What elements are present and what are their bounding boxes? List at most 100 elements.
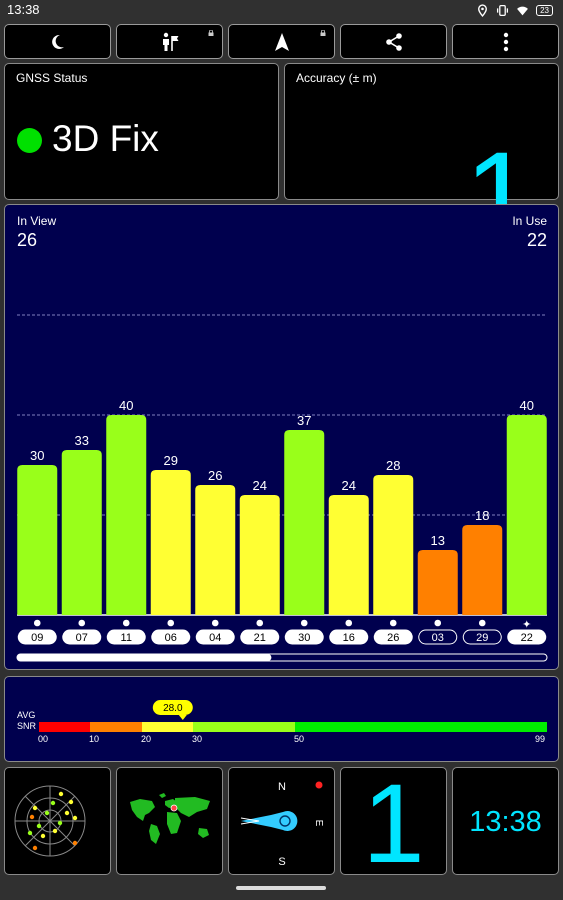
snr-segment bbox=[39, 722, 90, 732]
satellite-signal-card[interactable]: In View 26 In Use 22 30 09 33 07 40 11 29 06 26 0… bbox=[4, 204, 559, 670]
in-view-dot bbox=[78, 619, 86, 627]
in-view-dot bbox=[345, 619, 353, 627]
clock-tile-value: 13:38 bbox=[469, 806, 542, 838]
in-view-dot bbox=[478, 619, 486, 627]
home-gesture-bar[interactable] bbox=[236, 886, 326, 890]
satellite-id-label: 09 bbox=[31, 632, 43, 644]
in-view-dot bbox=[33, 619, 41, 627]
snr-tick-label: 30 bbox=[192, 734, 202, 744]
vibrate-icon bbox=[497, 4, 509, 16]
snr-segment bbox=[193, 722, 295, 732]
compass-tile[interactable]: N E S bbox=[228, 767, 335, 875]
satellite-id-label: 22 bbox=[521, 632, 533, 644]
signal-bar[interactable] bbox=[462, 525, 503, 615]
compass-south: S bbox=[278, 856, 285, 868]
in-view-dot bbox=[300, 619, 308, 627]
bar-value-label: 13 bbox=[431, 533, 445, 548]
in-view-dot bbox=[122, 619, 130, 627]
average-snr-card[interactable]: AVG SNR 00 10 20 30 50 99 28.0 bbox=[4, 676, 559, 762]
snr-segment bbox=[142, 722, 193, 732]
satellite-id-label: 06 bbox=[165, 632, 177, 644]
wifi-icon bbox=[517, 6, 529, 15]
bar-value-label: 37 bbox=[297, 413, 311, 428]
satellite-id-label: 16 bbox=[343, 632, 355, 644]
gnss-status-label: GNSS Status bbox=[16, 71, 88, 85]
lock-icon bbox=[208, 30, 214, 36]
in-view-label: In View bbox=[17, 214, 56, 228]
in-view-dot bbox=[434, 619, 442, 627]
satellite-id-label: 07 bbox=[76, 632, 88, 644]
signal-bar[interactable] bbox=[195, 485, 236, 615]
signal-bar[interactable] bbox=[417, 550, 458, 615]
snr-avg-pointer bbox=[178, 715, 187, 720]
snr-scale: AVG SNR 00 10 20 30 50 99 28.0 bbox=[17, 700, 547, 744]
bar-value-label: 28 bbox=[386, 458, 400, 473]
fix-tools-button[interactable] bbox=[116, 24, 223, 59]
snr-segment bbox=[295, 722, 547, 732]
satellite-id-label: 04 bbox=[209, 632, 221, 644]
sky-view-thumbnail bbox=[14, 785, 86, 857]
more-options-button[interactable] bbox=[452, 24, 559, 59]
fix-indicator bbox=[17, 128, 42, 153]
sbas-marker: ✦ bbox=[522, 618, 531, 631]
snr-tick-label: 20 bbox=[141, 734, 151, 744]
bar-value-label: 29 bbox=[164, 453, 178, 468]
clock-tile[interactable]: 13:38 bbox=[452, 767, 559, 875]
snr-segment bbox=[90, 722, 142, 732]
satellite-id-label: 29 bbox=[476, 632, 488, 644]
moon-icon bbox=[51, 34, 64, 49]
snr-label-snr: SNR bbox=[17, 721, 37, 731]
satellite-id-label: 30 bbox=[298, 632, 310, 644]
signal-bar[interactable] bbox=[373, 475, 414, 615]
signal-bar[interactable] bbox=[150, 470, 191, 615]
snr-avg-value: 28.0 bbox=[163, 703, 183, 714]
map-tile[interactable] bbox=[116, 767, 223, 875]
bar-value-label: 24 bbox=[253, 478, 267, 493]
navigation-button[interactable] bbox=[228, 24, 335, 59]
battery-icon: 23 bbox=[536, 4, 553, 16]
snr-tick-label: 00 bbox=[38, 734, 48, 744]
sky-view-tile[interactable] bbox=[4, 767, 111, 875]
accuracy-tile-value: 1 bbox=[362, 767, 425, 875]
signal-bar[interactable] bbox=[239, 495, 280, 615]
signal-bar[interactable] bbox=[284, 430, 325, 615]
night-mode-button[interactable] bbox=[4, 24, 111, 59]
in-view-dot bbox=[389, 619, 397, 627]
in-view-dot bbox=[167, 619, 175, 627]
bar-value-label: 33 bbox=[75, 433, 89, 448]
snr-tick-label: 99 bbox=[535, 734, 545, 744]
in-view-dot bbox=[256, 619, 264, 627]
status-bar: 13:38 23 bbox=[0, 0, 563, 20]
scroll-thumb[interactable] bbox=[17, 654, 272, 661]
compass-marker bbox=[315, 781, 323, 789]
satellite-bar-chart: In View 26 In Use 22 30 09 33 07 40 11 29 06 26 0… bbox=[16, 214, 548, 662]
signal-bar[interactable] bbox=[106, 415, 147, 615]
signal-bar[interactable] bbox=[506, 415, 547, 615]
signal-bar[interactable] bbox=[328, 495, 369, 615]
snr-tick-label: 10 bbox=[89, 734, 99, 744]
signal-bar[interactable] bbox=[17, 465, 58, 615]
in-use-label: In Use bbox=[512, 214, 547, 228]
satellite-id-label: 21 bbox=[254, 632, 266, 644]
share-button[interactable] bbox=[340, 24, 447, 59]
snr-tick-label: 50 bbox=[294, 734, 304, 744]
accuracy-card[interactable]: Accuracy (± m) 1 bbox=[284, 63, 559, 259]
person-flag-icon bbox=[162, 32, 178, 51]
share-icon bbox=[385, 32, 402, 51]
more-vert-icon bbox=[503, 32, 508, 51]
bar-value-label: 26 bbox=[208, 468, 222, 483]
snr-label-avg: AVG bbox=[17, 710, 35, 720]
location-icon bbox=[478, 3, 488, 17]
bar-value-label: 18 bbox=[475, 508, 489, 523]
lock-icon bbox=[320, 30, 326, 36]
signal-bar[interactable] bbox=[61, 450, 102, 615]
accuracy-tile[interactable]: 1 bbox=[340, 767, 447, 875]
bar-value-label: 40 bbox=[119, 398, 133, 413]
in-use-count: 22 bbox=[527, 230, 547, 250]
accuracy-label: Accuracy (± m) bbox=[296, 71, 377, 85]
in-view-dot bbox=[211, 619, 219, 627]
compass-thumbnail: N E S bbox=[240, 781, 324, 868]
bar-value-label: 40 bbox=[520, 398, 534, 413]
satellite-id-label: 26 bbox=[387, 632, 399, 644]
gnss-status-value: 3D Fix bbox=[52, 118, 159, 159]
